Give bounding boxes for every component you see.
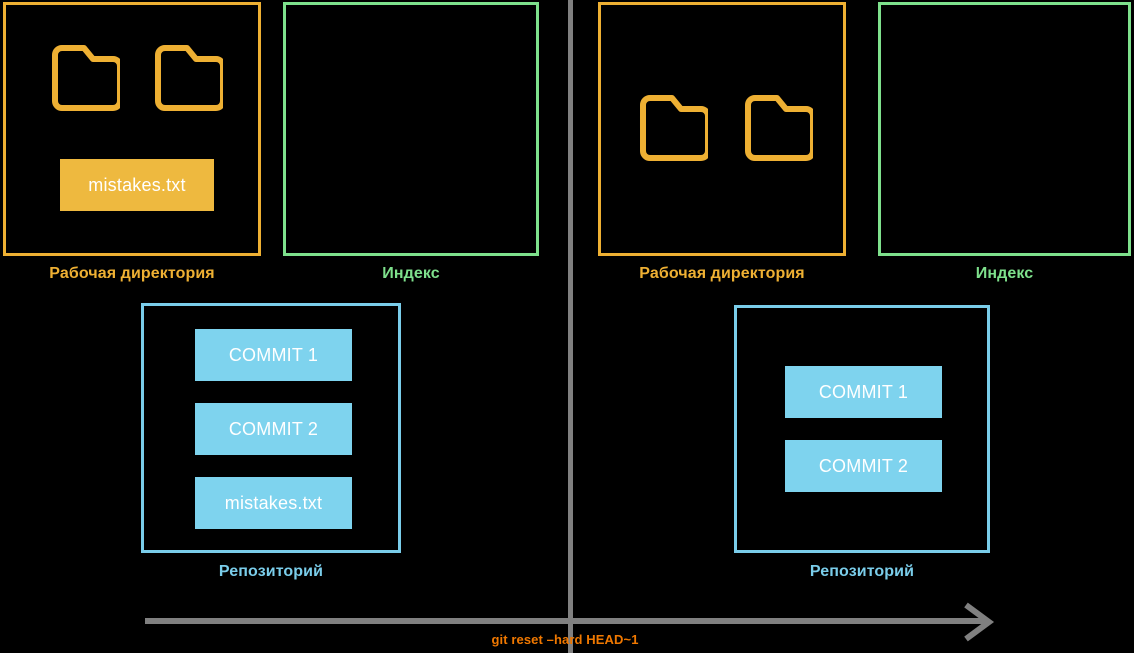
before-working-directory-box: mistakes.txt xyxy=(3,2,261,256)
before-working-directory-label: Рабочая директория xyxy=(49,265,215,282)
after-index-box xyxy=(878,2,1131,256)
transition-arrow-head xyxy=(962,602,996,647)
commit-chip-label: COMMIT 2 xyxy=(228,418,319,439)
before-index-label: Индекс xyxy=(382,265,440,282)
state-divider xyxy=(568,0,573,653)
before-repository-label: Репозиторий xyxy=(218,563,324,580)
before-repository-box: COMMIT 1 COMMIT 2 mistakes.txt xyxy=(141,303,401,553)
before-index-box xyxy=(283,2,539,256)
commit-chip: COMMIT 2 xyxy=(785,440,942,492)
commit-chip: COMMIT 2 xyxy=(195,403,352,455)
after-working-directory-box xyxy=(598,2,846,256)
transition-arrow-line xyxy=(145,618,985,624)
commit-chip: COMMIT 1 xyxy=(785,366,942,418)
commit-chip-label: mistakes.txt xyxy=(224,492,323,513)
folder-icon xyxy=(48,45,120,113)
after-repository-box: COMMIT 1 COMMIT 2 xyxy=(734,305,990,553)
commit-chip-label: COMMIT 2 xyxy=(818,455,909,476)
after-working-directory-label: Рабочая директория xyxy=(639,265,805,282)
file-chip-mistakes-txt: mistakes.txt xyxy=(60,159,214,211)
commit-chip-label: COMMIT 1 xyxy=(228,344,319,365)
file-chip-label: mistakes.txt xyxy=(88,174,186,195)
diagram-canvas: mistakes.txt Рабочая директория Индекс C… xyxy=(0,0,1134,653)
after-index-label: Индекс xyxy=(975,265,1034,282)
commit-chip: COMMIT 1 xyxy=(195,329,352,381)
after-repository-label: Репозиторий xyxy=(809,563,915,580)
commit-chip-label: COMMIT 1 xyxy=(818,381,909,402)
folder-icon xyxy=(636,95,708,163)
folder-icon xyxy=(741,95,813,163)
transition-command-label: git reset –hard HEAD~1 xyxy=(491,632,639,647)
commit-chip-mistakes-txt: mistakes.txt xyxy=(195,477,352,529)
folder-icon xyxy=(151,45,223,113)
